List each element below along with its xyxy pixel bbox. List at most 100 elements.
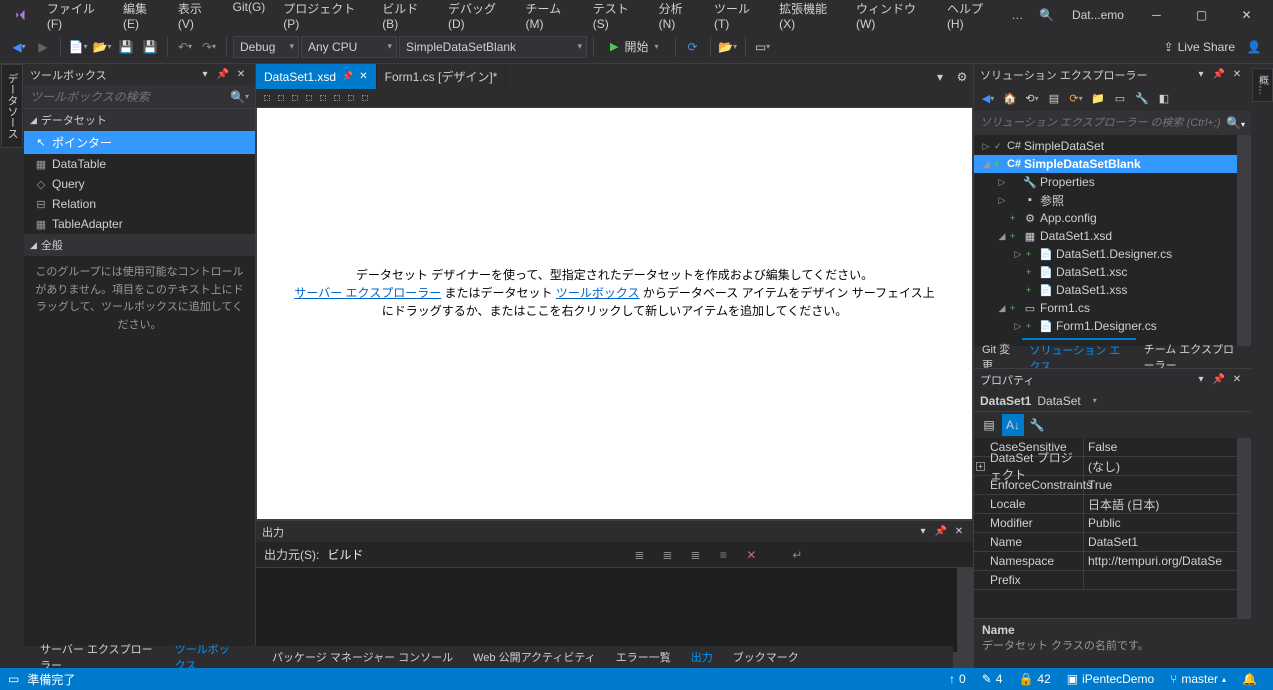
dataset-designer-surface[interactable]: データセット デザイナーを使って、型指定されたデータセットを作成および編集してく… bbox=[256, 107, 973, 520]
close-icon[interactable]: ✕ bbox=[951, 524, 967, 540]
menu-テスト[interactable]: テスト(S) bbox=[585, 0, 649, 35]
menu-プロジェクト[interactable]: プロジェクト(P) bbox=[275, 0, 372, 35]
toolbox-search-input[interactable] bbox=[30, 90, 230, 104]
home-icon[interactable]: 🏠 bbox=[1000, 88, 1020, 108]
status-errors[interactable]: 🔒42 bbox=[1010, 672, 1058, 686]
dropdown-icon[interactable]: ▾ bbox=[197, 67, 213, 83]
scrollbar-vertical[interactable] bbox=[1237, 438, 1251, 618]
notifications-icon[interactable]: 🔔 bbox=[1234, 672, 1265, 686]
search-icon[interactable]: 🔍 bbox=[1035, 3, 1058, 27]
status-branch[interactable]: ⑂master ▴ bbox=[1162, 672, 1234, 686]
new-project-button[interactable]: 📄 bbox=[67, 36, 89, 58]
prop-row[interactable]: ModifierPublic bbox=[974, 514, 1251, 533]
tree-node[interactable]: ▷+📄Form1.Designer.cs bbox=[974, 317, 1251, 335]
prop-row[interactable]: Prefix bbox=[974, 571, 1251, 590]
menu-拡張機能[interactable]: 拡張機能(X) bbox=[771, 0, 846, 35]
categorized-icon[interactable]: ▤ bbox=[978, 414, 1000, 436]
server-explorer-link[interactable]: サーバー エクスプローラー bbox=[294, 286, 441, 300]
output-btn4[interactable]: ≡ bbox=[713, 545, 733, 565]
forward-button[interactable]: ▶ bbox=[32, 36, 54, 58]
scrollbar-vertical[interactable] bbox=[1237, 135, 1251, 346]
tab-dropdown-icon[interactable]: ▾ bbox=[929, 64, 951, 89]
menu-分析[interactable]: 分析(N) bbox=[651, 0, 704, 35]
showall-icon[interactable]: 📁 bbox=[1088, 88, 1108, 108]
minimize-button[interactable]: ─ bbox=[1134, 0, 1179, 30]
feedback-icon[interactable]: 👤 bbox=[1243, 36, 1265, 58]
toolbox-item-tableadapter[interactable]: ▦TableAdapter bbox=[24, 214, 255, 234]
toolbox-item-datatable[interactable]: ▦DataTable bbox=[24, 154, 255, 174]
props-object-selector[interactable]: DataSet1DataSet ▾ bbox=[974, 390, 1251, 412]
alphabetical-icon[interactable]: A↓ bbox=[1002, 414, 1024, 436]
toolbox-group-dataset[interactable]: ◢データセット bbox=[24, 109, 255, 131]
solexp-search-input[interactable] bbox=[980, 117, 1226, 129]
dropdown-icon[interactable]: ▾ bbox=[915, 524, 931, 540]
status-repo[interactable]: ▣iPentecDemo bbox=[1059, 672, 1162, 686]
scrollbar-vertical[interactable] bbox=[957, 568, 973, 652]
refresh-button[interactable]: ⟳ bbox=[682, 36, 704, 58]
datasource-tab[interactable]: データソース bbox=[1, 64, 23, 148]
menu-チーム[interactable]: チーム(M) bbox=[517, 0, 582, 35]
tree-node[interactable]: +📄DataSet1.xsc bbox=[974, 263, 1251, 281]
close-icon[interactable]: ✕ bbox=[233, 67, 249, 83]
bottom-tab[interactable]: ブックマーク bbox=[725, 647, 807, 667]
menu-ヘルプ[interactable]: ヘルプ(H) bbox=[939, 0, 1003, 35]
start-button[interactable]: ▶開始 bbox=[600, 35, 669, 59]
pin-icon[interactable]: 📌 bbox=[933, 524, 949, 540]
sync-icon[interactable]: ⟲ bbox=[1022, 88, 1042, 108]
solexp-search[interactable]: 🔍▾ bbox=[974, 111, 1251, 135]
refresh-icon[interactable]: ⟳ bbox=[1066, 88, 1086, 108]
output-btn3[interactable]: ≣ bbox=[685, 545, 705, 565]
back-button[interactable]: ◀ bbox=[8, 36, 30, 58]
properties-icon[interactable]: 🔧 bbox=[1132, 88, 1152, 108]
preview-icon[interactable]: ◧ bbox=[1154, 88, 1174, 108]
browse-button[interactable]: 📂 bbox=[717, 36, 739, 58]
tree-node[interactable]: ▷+📄DataSet1.Designer.cs bbox=[974, 245, 1251, 263]
dropdown-icon[interactable]: ▾ bbox=[1193, 372, 1209, 388]
maximize-button[interactable]: ▢ bbox=[1179, 0, 1224, 30]
tab-dataset1[interactable]: DataSet1.xsd📌✕ bbox=[256, 64, 377, 89]
toolbox-search[interactable]: 🔍▾ bbox=[24, 85, 255, 109]
save-all-button[interactable]: 💾 bbox=[139, 36, 161, 58]
output-source-combo[interactable]: ビルド bbox=[327, 546, 607, 563]
platform-combo[interactable]: Any CPU bbox=[301, 36, 397, 58]
window-button[interactable]: ▭ bbox=[752, 36, 774, 58]
output-clear-icon[interactable]: ✕ bbox=[741, 545, 761, 565]
toolbox-link[interactable]: ツールボックス bbox=[556, 286, 640, 300]
tree-node[interactable]: ◢+C#SimpleDataSetBlank bbox=[974, 155, 1251, 173]
dropdown-icon[interactable]: ▾ bbox=[1193, 67, 1209, 83]
tree-node[interactable]: ◢+▦DataSet1.xsd bbox=[974, 227, 1251, 245]
prop-row[interactable]: +DataSet プロジェクト(なし) bbox=[974, 457, 1251, 476]
toolbox-group-general[interactable]: ◢全般 bbox=[24, 234, 255, 256]
search-icon[interactable]: 🔍▾ bbox=[1226, 116, 1245, 130]
output-btn2[interactable]: ≣ bbox=[657, 545, 677, 565]
pin-icon[interactable]: 📌 bbox=[215, 67, 231, 83]
tree-node[interactable]: ▷✓C#SimpleDataSet bbox=[974, 137, 1251, 155]
open-button[interactable]: 📂 bbox=[91, 36, 113, 58]
search-icon[interactable]: 🔍▾ bbox=[230, 90, 249, 104]
tab-form1[interactable]: Form1.cs [デザイン]* bbox=[377, 64, 507, 89]
prop-row[interactable]: Locale日本語 (日本) bbox=[974, 495, 1251, 514]
pin-icon[interactable]: 📌 bbox=[342, 71, 353, 82]
gear-icon[interactable]: ⚙ bbox=[951, 64, 973, 89]
output-btn1[interactable]: ≣ bbox=[629, 545, 649, 565]
menu-ツール[interactable]: ツール(T) bbox=[706, 0, 769, 35]
redo-button[interactable]: ↷ bbox=[198, 36, 220, 58]
menu-ウィンドウ[interactable]: ウィンドウ(W) bbox=[848, 0, 937, 35]
solexp-tree[interactable]: ▷✓C#SimpleDataSet◢+C#SimpleDataSetBlank ▷… bbox=[974, 135, 1251, 346]
collapse-icon[interactable]: ▭ bbox=[1110, 88, 1130, 108]
menu-表示[interactable]: 表示(V) bbox=[170, 0, 223, 35]
menu-デバッグ[interactable]: デバッグ(D) bbox=[440, 0, 515, 35]
overview-tab[interactable]: 概… bbox=[1252, 68, 1273, 102]
filter-icon[interactable]: ▤ bbox=[1044, 88, 1064, 108]
menu-編集[interactable]: 編集(E) bbox=[115, 0, 168, 35]
bottom-tab[interactable]: エラー一覧 bbox=[608, 647, 679, 667]
menu-ビルド[interactable]: ビルド(B) bbox=[374, 0, 438, 35]
menu-overflow[interactable]: … bbox=[1003, 8, 1031, 22]
bottom-tab[interactable]: パッケージ マネージャー コンソール bbox=[264, 647, 461, 667]
tree-node[interactable]: ▷▪参照 bbox=[974, 191, 1251, 209]
menu-ファイル[interactable]: ファイル(F) bbox=[39, 0, 113, 35]
wrench-icon[interactable]: 🔧 bbox=[1026, 414, 1048, 436]
bottom-tab[interactable]: Web 公開アクティビティ bbox=[465, 647, 604, 667]
tree-node[interactable]: +📄DataSet1.xss bbox=[974, 281, 1251, 299]
back-icon[interactable]: ◀ bbox=[978, 88, 998, 108]
